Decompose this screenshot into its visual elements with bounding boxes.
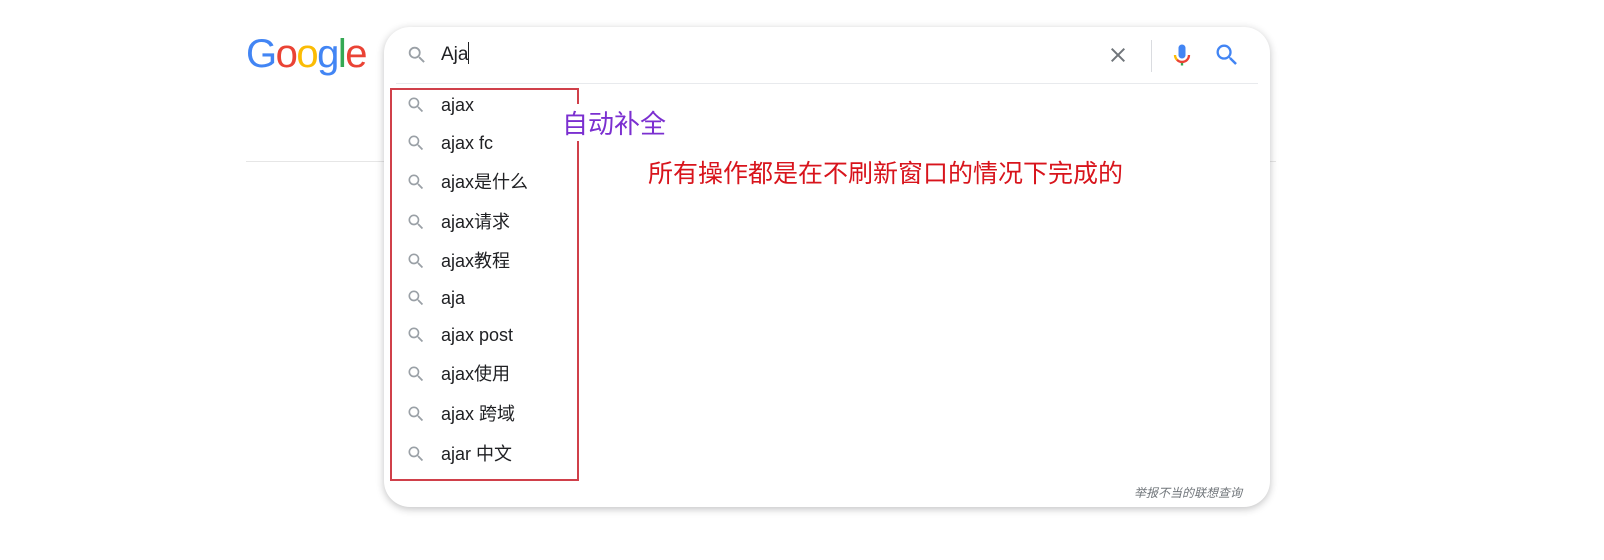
suggestion-text: ajax请求 <box>441 212 511 232</box>
close-icon <box>1111 48 1125 62</box>
suggestion-item[interactable]: ajax请求 <box>384 204 564 240</box>
report-inappropriate-link[interactable]: 举报不当的联想查询 <box>1134 484 1242 501</box>
annotation-autocomplete: 自动补全 <box>558 104 671 141</box>
search-box: Aja ajax ajax fc ajax是什么 ajax请求 ajax教程 a… <box>384 27 1270 507</box>
search-icon <box>408 135 424 151</box>
logo-letter: l <box>337 32 347 76</box>
search-icon <box>408 446 424 462</box>
search-row-separator <box>396 83 1258 84</box>
search-icon <box>408 290 424 306</box>
search-submit-button[interactable] <box>1213 41 1241 69</box>
suggestion-text: ajax post <box>441 325 514 345</box>
suggestion-text: ajax <box>441 95 475 115</box>
text-caret <box>468 42 470 64</box>
suggestion-item[interactable]: ajar 中文 <box>384 436 564 472</box>
suggestion-item[interactable]: ajax教程 <box>384 243 564 279</box>
suggestion-item[interactable]: ajax post <box>384 317 564 353</box>
logo-letter: G <box>246 32 277 76</box>
search-icon <box>1216 44 1237 65</box>
suggestion-text: ajar 中文 <box>441 444 513 464</box>
suggestion-item[interactable]: ajax是什么 <box>384 164 564 200</box>
search-icon <box>408 327 424 343</box>
suggestion-text: ajax 跨域 <box>441 404 516 424</box>
search-icon <box>408 366 424 382</box>
suggestion-text: ajax使用 <box>441 364 511 384</box>
suggestion-item[interactable]: ajax <box>384 87 564 123</box>
search-icon <box>408 214 424 230</box>
suggestion-text: ajax是什么 <box>441 172 529 192</box>
search-row: Aja <box>384 27 1270 83</box>
suggestion-item[interactable]: ajax fc <box>384 125 564 161</box>
logo-letter: g <box>317 32 339 76</box>
logo-letter: o <box>275 32 298 76</box>
logo-letter: e <box>345 32 367 76</box>
search-icon <box>408 46 425 63</box>
suggestion-item[interactable]: aja <box>384 280 564 316</box>
suggestion-text: ajax教程 <box>441 251 511 271</box>
google-logo[interactable]: Google <box>246 30 367 78</box>
search-icon <box>408 406 424 422</box>
voice-search-button[interactable] <box>1168 41 1196 69</box>
search-icon <box>408 97 424 113</box>
clear-button[interactable] <box>1104 41 1132 69</box>
annotation-no-refresh: 所有操作都是在不刷新窗口的情况下完成的 <box>648 159 1124 188</box>
search-input[interactable]: Aja <box>441 42 470 68</box>
suggestion-item[interactable]: ajax使用 <box>384 356 564 392</box>
button-divider <box>1151 40 1152 72</box>
search-query-text: Aja <box>441 44 469 65</box>
suggestion-text: ajax fc <box>441 133 494 153</box>
search-icon <box>408 253 424 269</box>
search-icon <box>408 174 424 190</box>
logo-letter: o <box>296 32 318 76</box>
suggestion-text: aja <box>441 288 466 308</box>
mic-icon <box>1173 44 1191 66</box>
suggestion-item[interactable]: ajax 跨域 <box>384 396 564 432</box>
